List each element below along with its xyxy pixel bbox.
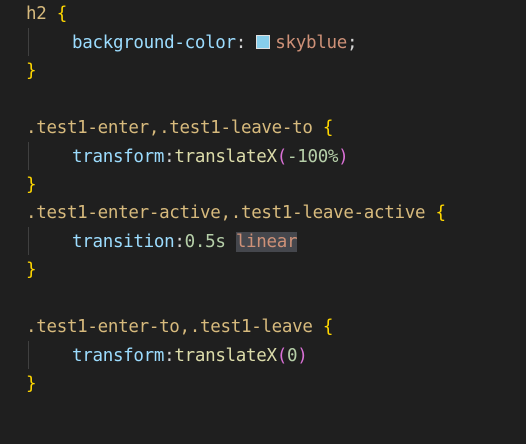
highlighted-keyword[interactable]: linear <box>235 232 298 252</box>
css-selector: h2 <box>26 4 47 24</box>
css-number: 0.5s <box>184 232 226 252</box>
code-line-3[interactable]: } <box>26 57 37 85</box>
code-line-10[interactable]: } <box>26 256 37 284</box>
css-function: translateX <box>174 346 277 366</box>
close-brace: } <box>26 175 37 195</box>
close-brace: } <box>26 61 37 81</box>
css-property: transform <box>72 147 165 167</box>
code-line-9[interactable]: transition:0.5s linear <box>26 228 298 256</box>
css-value: 0 <box>286 346 298 366</box>
code-line-13[interactable]: transform:translateX(0) <box>26 342 308 370</box>
css-function: translateX <box>174 147 277 167</box>
css-selector: .test1-enter,.test1-leave-to <box>26 118 313 138</box>
code-line-2[interactable]: background-color: skyblue; <box>26 29 357 57</box>
css-property: background-color <box>72 33 236 53</box>
css-selector: .test1-enter-to,.test1-leave <box>26 317 313 337</box>
color-swatch-icon[interactable] <box>256 35 271 49</box>
code-line-8[interactable]: .test1-enter-active,.test1-leave-active … <box>26 199 446 227</box>
colon: : <box>164 147 175 167</box>
code-line-7[interactable]: } <box>26 171 37 199</box>
close-paren: ) <box>297 346 308 366</box>
open-brace: { <box>56 4 68 24</box>
open-paren: ( <box>276 346 288 366</box>
colon: : <box>164 346 175 366</box>
code-line-6[interactable]: transform:translateX(-100%) <box>26 143 349 171</box>
css-value: -100% <box>286 147 339 167</box>
css-value: skyblue <box>275 33 347 53</box>
open-brace: { <box>322 317 334 337</box>
semicolon: ; <box>346 33 358 53</box>
code-line-5[interactable]: .test1-enter,.test1-leave-to { <box>26 114 333 142</box>
code-line-12[interactable]: .test1-enter-to,.test1-leave { <box>26 313 333 341</box>
open-brace: { <box>322 118 334 138</box>
colon: : <box>235 33 247 53</box>
colon: : <box>174 232 185 252</box>
css-property: transform <box>72 346 165 366</box>
code-line-1[interactable]: h2 { <box>26 0 67 28</box>
css-selector: .test1-enter-active,.test1-leave-active <box>26 203 426 223</box>
close-paren: ) <box>338 147 349 167</box>
close-brace: } <box>26 260 37 280</box>
open-paren: ( <box>276 147 288 167</box>
open-brace: { <box>435 203 446 223</box>
css-property: transition <box>72 232 175 252</box>
close-brace: } <box>26 374 37 394</box>
code-editor[interactable]: h2 { background-color: skyblue; } .test1… <box>0 0 526 444</box>
code-line-14[interactable]: } <box>26 370 37 398</box>
